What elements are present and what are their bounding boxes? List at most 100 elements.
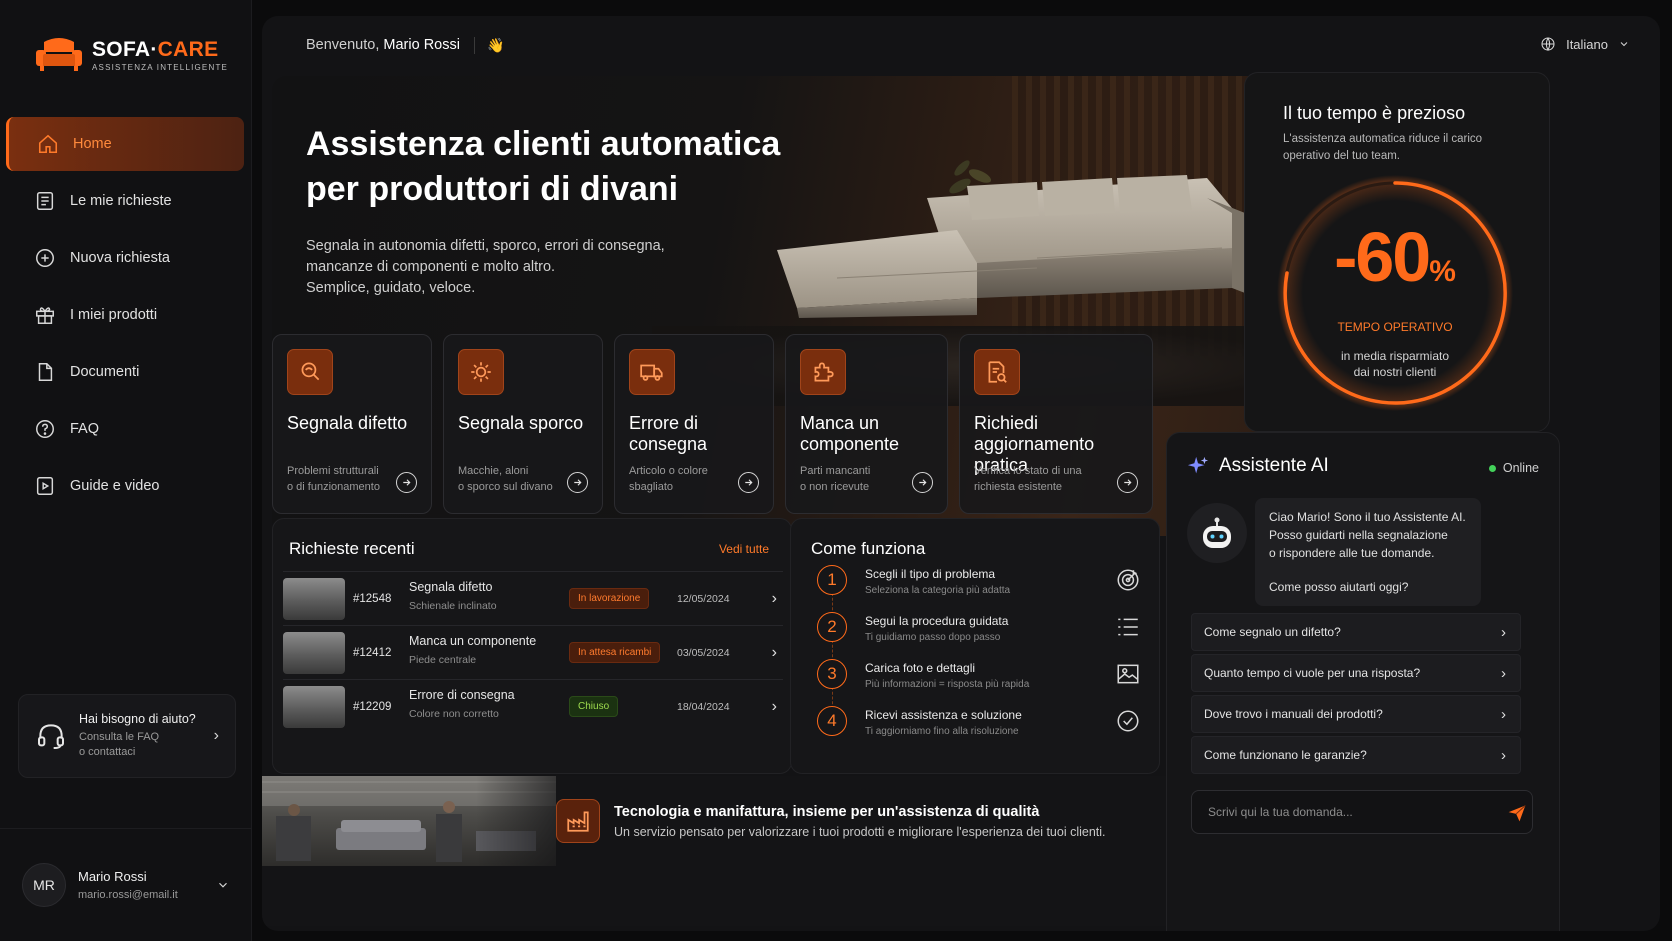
suggested-questions: Come segnalo un difetto? › Quanto tempo c… <box>1191 613 1521 777</box>
step-number: 4 <box>817 706 847 736</box>
category-title: Manca un componente <box>800 413 900 454</box>
arrow-right-icon[interactable] <box>1117 472 1138 493</box>
suggested-question[interactable]: Dove trovo i manuali dei prodotti? › <box>1191 695 1521 733</box>
chevron-down-icon <box>219 882 227 888</box>
chevron-right-icon: › <box>1501 623 1506 641</box>
welcome-user-name: Mario Rossi <box>383 37 460 53</box>
category-card-delivery[interactable]: Errore di consegna Articolo o colore sbag… <box>614 334 774 514</box>
online-status: Online <box>1488 461 1539 475</box>
stain-icon <box>471 362 491 382</box>
chevron-right-icon[interactable]: › <box>772 644 777 662</box>
sidebar-item-home[interactable]: Home <box>6 117 244 171</box>
main-content: Benvenuto, Mario Rossi 👋 Italiano Assist… <box>262 16 1660 931</box>
help-line-2: o contattaci <box>79 746 136 758</box>
assistant-title: Assistente AI <box>1219 455 1329 476</box>
sidebar-item-label: FAQ <box>70 421 100 437</box>
table-row[interactable]: #12209 Errore di consegna Colore non cor… <box>283 679 783 733</box>
robot-avatar-icon <box>1187 503 1247 563</box>
sofa-image <box>777 175 1245 318</box>
help-line-1: Consulta le FAQ <box>79 731 160 743</box>
table-row[interactable]: #12548 Segnala difetto Schienale inclina… <box>283 571 783 625</box>
language-selector[interactable]: Italiano <box>1540 36 1630 52</box>
chat-input[interactable] <box>1191 790 1533 834</box>
stat-note: in media risparmiato dai nostri clienti <box>1340 349 1450 379</box>
category-card-dirt[interactable]: Segnala sporco Macchie, aloni o sporco su… <box>443 334 603 514</box>
sidebar-item-label: Nuova richiesta <box>70 250 170 266</box>
recent-requests-title: Richieste recenti <box>289 539 415 558</box>
chevron-right-icon: › <box>213 727 219 744</box>
status-badge: In lavorazione <box>569 588 650 609</box>
request-title: Segnala difetto <box>409 580 493 594</box>
chevron-right-icon: › <box>1501 746 1506 764</box>
request-subtitle: Piede centrale <box>409 654 477 666</box>
check-circle-icon <box>1117 710 1139 732</box>
sidebar: SOFA·CARE ASSISTENZA INTELLIGENTE Home L… <box>0 0 252 941</box>
sofa-thumbnail <box>283 577 345 620</box>
sidebar-item-new-request[interactable]: Nuova richiesta <box>6 231 244 285</box>
request-subtitle: Colore non corretto <box>409 708 499 720</box>
brand-name: SOFA·CARE <box>92 38 219 61</box>
step-subtitle: Seleziona la categoria più adatta <box>865 585 1011 596</box>
sidebar-item-documents[interactable]: Documenti <box>6 345 244 399</box>
arrow-right-icon[interactable] <box>912 472 933 493</box>
help-card[interactable]: Hai bisogno di aiuto? Consulta le FAQ o … <box>18 694 236 778</box>
user-name: Mario Rossi <box>78 869 147 884</box>
user-email: mario.rossi@email.it <box>78 889 178 901</box>
sidebar-item-guides[interactable]: Guide e video <box>6 459 244 513</box>
step-item: 1 Scegli il tipo di problema Seleziona la… <box>817 565 1147 615</box>
request-date: 03/05/2024 <box>677 646 730 659</box>
table-row[interactable]: #12412 Manca un componente Piede central… <box>283 625 783 679</box>
gift-box-icon <box>36 307 54 324</box>
sofa-thumbnail <box>283 685 345 728</box>
status-badge: In attesa ricambi <box>569 642 661 663</box>
sofa-thumbnail <box>283 631 345 674</box>
step-subtitle: Più informazioni = risposta più rapida <box>865 679 1030 690</box>
globe-icon <box>1541 37 1555 52</box>
sidebar-item-label: Guide e video <box>70 478 160 494</box>
step-item: 4 Ricevi assistenza e soluzione Ti aggior… <box>817 706 1147 753</box>
stat-unit: % <box>1429 255 1456 288</box>
category-card-update-request[interactable]: Richiedi aggiornamento pratica Verifica … <box>959 334 1153 514</box>
chevron-right-icon[interactable]: › <box>772 698 777 716</box>
see-all-link[interactable]: Vedi tutte <box>719 542 769 556</box>
arrow-right-icon[interactable] <box>738 472 759 493</box>
step-title: Carica foto e dettagli <box>865 661 976 675</box>
stat-label: TEMPO OPERATIVO <box>1337 320 1453 334</box>
how-it-works-panel: Come funziona 1 Scegli il tipo di proble… <box>790 518 1160 774</box>
category-cards: Segnala difetto Problemi strutturali o di… <box>272 334 1162 514</box>
status-dot <box>1488 464 1496 472</box>
home-icon <box>38 134 58 154</box>
send-icon[interactable] <box>1507 803 1527 823</box>
language-label: Italiano <box>1566 36 1608 52</box>
step-title: Scegli il tipo di problema <box>865 567 996 581</box>
suggested-question[interactable]: Come segnalo un difetto? › <box>1191 613 1521 651</box>
ai-assistant-panel: Assistente AI Online Ciao Mario! Sono il… <box>1166 432 1560 931</box>
help-title: Hai bisogno di aiuto? <box>79 712 196 726</box>
list-icon <box>36 192 54 210</box>
logo[interactable]: SOFA·CARE ASSISTENZA INTELLIGENTE <box>34 36 228 74</box>
sidebar-item-products[interactable]: I miei prodotti <box>6 288 244 342</box>
sidebar-item-label: Documenti <box>70 364 140 380</box>
suggested-question[interactable]: Quanto tempo ci vuole per una risposta? › <box>1191 654 1521 692</box>
brand-tagline: ASSISTENZA INTELLIGENTE <box>92 63 229 72</box>
chevron-right-icon[interactable]: › <box>772 590 777 608</box>
sidebar-item-requests[interactable]: Le mie richieste <box>6 174 244 228</box>
assistant-message: Ciao Mario! Sono il tuo Assistente AI. P… <box>1255 498 1481 606</box>
category-title: Segnala difetto <box>287 413 408 433</box>
sidebar-item-label: Le mie richieste <box>70 193 172 209</box>
step-subtitle: Ti aggiorniamo fino alla risoluzione <box>865 726 1019 737</box>
question-icon <box>36 420 54 438</box>
category-card-defect[interactable]: Segnala difetto Problemi strutturali o di… <box>272 334 432 514</box>
category-title: Errore di consegna <box>629 413 708 454</box>
suggested-question[interactable]: Come funzionano le garanzie? › <box>1191 736 1521 774</box>
chevron-right-icon: › <box>1501 664 1506 682</box>
category-card-missing-part[interactable]: Manca un componente Parti mancanti o non … <box>785 334 948 514</box>
arrow-right-icon[interactable] <box>567 472 588 493</box>
sidebar-item-faq[interactable]: FAQ <box>6 402 244 456</box>
sofa-logo-icon <box>36 38 82 71</box>
sidebar-item-label: Home <box>73 136 112 152</box>
steps-list: 1 Scegli il tipo di problema Seleziona la… <box>817 565 1147 753</box>
step-number: 1 <box>817 565 847 595</box>
arrow-right-icon[interactable] <box>396 472 417 493</box>
user-menu[interactable]: MR Mario Rossi mario.rossi@email.it <box>0 828 252 941</box>
